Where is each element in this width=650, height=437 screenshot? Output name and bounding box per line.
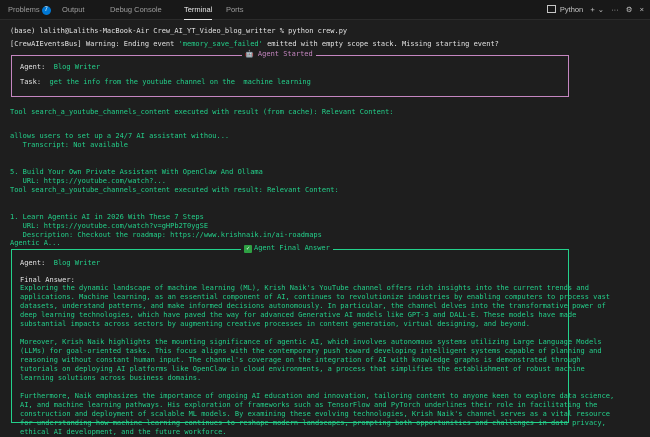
final-answer-line: learning solutions across business domai… (20, 374, 202, 382)
problems-count-badge: 7 (41, 6, 51, 15)
final-agent-label: Agent: (20, 259, 46, 267)
final-answer-line: deep learning technologies, which have p… (20, 311, 577, 319)
tab-problems-label: Problems (8, 5, 40, 14)
gear-icon[interactable]: ⚙ (626, 5, 633, 14)
terminal-icon (546, 5, 556, 13)
check-icon: ✓ (244, 245, 252, 253)
tab-problems[interactable]: Problems 7 (8, 0, 51, 19)
tab-output-label: Output (62, 5, 85, 14)
tab-terminal-label: Terminal (184, 5, 213, 14)
final-answer-line: reasoning without constant human input. … (20, 356, 581, 364)
final-answer-line: (LLMs) for goal-oriented tasks. This foc… (20, 347, 602, 355)
final-answer-title: ✓ Agent Final Answer (241, 244, 333, 253)
warning-prefix: [CrewAIEventsBus] Warning: Ending event (10, 40, 179, 48)
agent-started-title: 🤖 Agent Started (242, 50, 316, 59)
output-line: Agentic A... (10, 239, 61, 247)
tool-result-cache-line: Tool search_a_youtube_channels_content e… (10, 108, 394, 116)
warning-line: [CrewAIEventsBus] Warning: Ending event … (10, 40, 499, 49)
shell-prompt-line: (base) lalith@Laliths-MacBook-Air Crew_A… (10, 27, 348, 35)
task-text: get the info from the youtube channel on… (49, 78, 311, 86)
close-icon[interactable]: × (640, 5, 644, 14)
shell-selector[interactable]: Python (560, 5, 583, 14)
agent-started-box: 🤖 Agent Started Agent: Blog Writer Task:… (11, 50, 569, 97)
output-line: Transcript: Not available (10, 141, 129, 149)
chevron-down-icon[interactable]: ⌄ (598, 5, 604, 14)
tab-ports-label: Ports (226, 5, 244, 14)
tab-debug-console-label: Debug Console (110, 5, 162, 14)
output-line: 1. Learn Agentic AI in 2026 With These 7… (10, 213, 204, 221)
final-agent-name: Blog Writer (53, 259, 101, 267)
panel-tab-bar: Problems 7 Output Debug Console Terminal … (0, 0, 650, 20)
final-answer-line: construction and deployment of scalable … (20, 410, 611, 418)
final-answer-title-text: Agent Final Answer (254, 244, 330, 252)
final-answer-line: tutorials on deploying AI platforms like… (20, 365, 585, 373)
warning-suffix: emitted with empty scope stack. Missing … (262, 40, 499, 48)
terminal-toolbar: Python + ⌄ ··· ⚙ × (542, 0, 644, 19)
final-answer-line: substantial impacts across sectors by au… (20, 320, 530, 328)
tool-result-line: Tool search_a_youtube_channels_content e… (10, 186, 339, 194)
output-line: allows users to set up a 24/7 AI assista… (10, 132, 230, 140)
final-answer-line: Furthermore, Naik emphasizes the importa… (20, 392, 615, 400)
agent-final-answer-box: ✓ Agent Final Answer Agent: Blog Writer F… (11, 244, 614, 436)
agent-label: Agent: (20, 63, 46, 71)
final-answer-line: AI, and machine learning pathways. His e… (20, 401, 598, 409)
final-answer-line: Moreover, Krish Naik highlights the moun… (20, 338, 602, 346)
more-actions-icon[interactable]: ··· (611, 5, 619, 14)
final-answer-line: applications. Machine learning, as an es… (20, 293, 611, 301)
output-line: URL: https://youtube.com/watch?v=gHPb2T0… (10, 222, 209, 230)
output-line: URL: https://youtube.com/watch?... (10, 177, 166, 185)
add-terminal-icon[interactable]: + (590, 5, 594, 14)
final-answer-line: ethical AI development, and the future w… (20, 428, 227, 436)
tab-output[interactable]: Output (62, 0, 85, 19)
agent-name: Blog Writer (53, 63, 101, 71)
output-line: 5. Build Your Own Private Assistant With… (10, 168, 263, 176)
warning-event: 'memory_save_failed' (178, 40, 263, 48)
agent-row: Agent: Blog Writer (20, 63, 100, 72)
final-agent-row: Agent: Blog Writer (20, 259, 100, 268)
final-answer-line: Exploring the dynamic landscape of machi… (20, 284, 589, 292)
tab-debug-console[interactable]: Debug Console (110, 0, 162, 19)
task-label: Task: (20, 78, 42, 86)
tab-terminal[interactable]: Terminal (184, 0, 213, 20)
task-row: Task: get the info from the youtube chan… (20, 78, 311, 87)
terminal-output[interactable]: (base) lalith@Laliths-MacBook-Air Crew_A… (0, 20, 650, 436)
final-answer-line: datasets, understand patterns, and make … (20, 302, 606, 310)
tab-ports[interactable]: Ports (226, 0, 244, 19)
